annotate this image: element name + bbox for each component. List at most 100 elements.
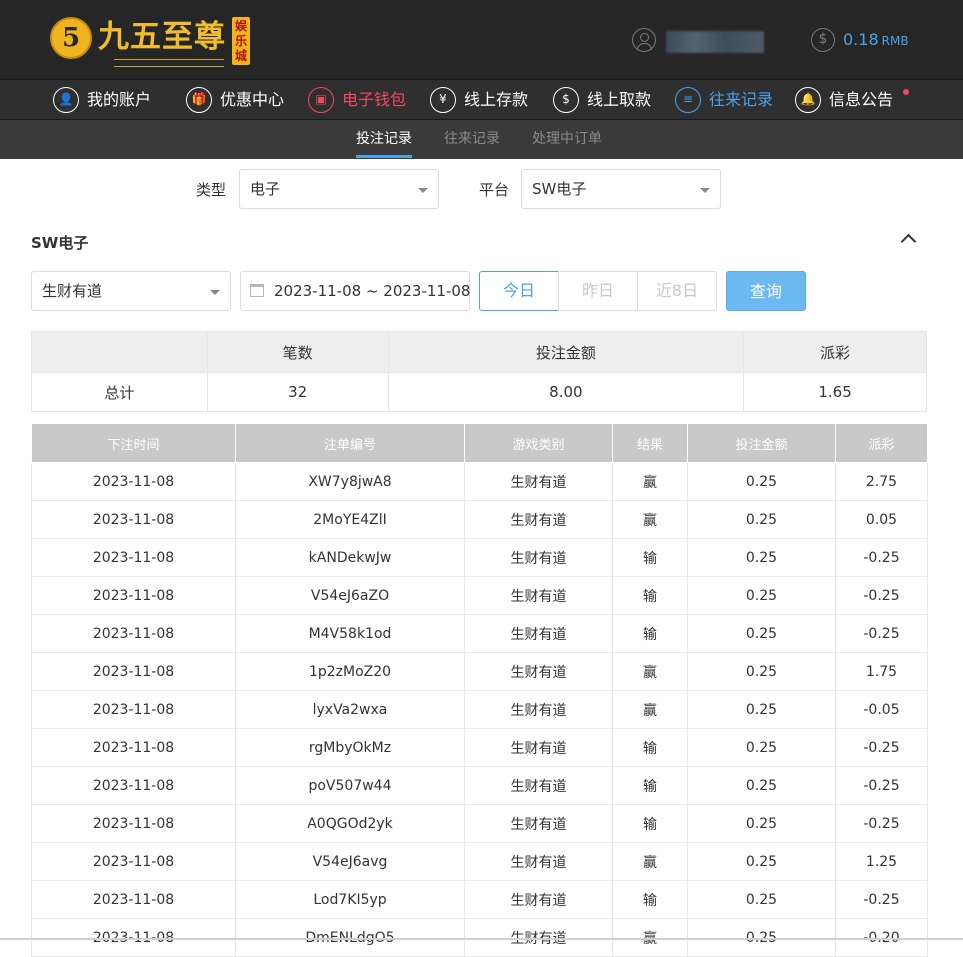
bet-amount-cell: 0.25 [687, 538, 836, 577]
bet-time-cell: 2023-11-08 [31, 652, 236, 691]
payout-cell: -0.25 [835, 880, 928, 919]
order-id-cell: V54eJ6avg [235, 842, 465, 881]
game-category-cell: 生财有道 [464, 462, 613, 501]
result-cell: 输 [612, 766, 688, 805]
tab-transaction-records[interactable]: 往来记录 [444, 120, 500, 159]
order-id-cell: lyxVa2wxa [235, 690, 465, 729]
summary-payout: 1.65 [743, 372, 927, 412]
bell-icon: 🔔 [795, 87, 821, 113]
summary-header [31, 331, 208, 373]
bet-time-cell: 2023-11-08 [31, 728, 236, 767]
logo-ornament [114, 59, 224, 67]
bet-amount-cell: 0.25 [687, 842, 836, 881]
today-button[interactable]: 今日 [479, 271, 559, 311]
column-header: 注单编号 [235, 423, 465, 463]
bet-amount-cell: 0.25 [687, 462, 836, 501]
result-cell: 赢 [612, 462, 688, 501]
summary-count: 32 [206, 372, 389, 412]
table-body: 2023-11-08 XW7y8jwA8 生财有道赢 0.25 2.75 2023-11-… [31, 462, 928, 957]
game-category-cell: 生财有道 [464, 728, 613, 767]
game-category-cell: 生财有道 [464, 500, 613, 539]
summary-header: 派彩 [743, 331, 927, 373]
game-category-cell: 生财有道 [464, 804, 613, 843]
order-id-cell: V54eJ6aZO [235, 576, 465, 615]
platform-select[interactable]: SW电子 [521, 169, 721, 209]
summary-cell: 总计 [31, 372, 208, 412]
type-label: 类型 [196, 181, 227, 199]
payout-cell: 1.75 [835, 652, 928, 691]
tab-bet-records[interactable]: 投注记录 [356, 120, 412, 159]
bet-time-cell: 2023-11-08 [31, 766, 236, 805]
chevron-down-icon [700, 188, 710, 193]
last-8-days-button[interactable]: 近8日 [637, 271, 717, 311]
wallet-icon: ▣ [308, 87, 334, 113]
bet-amount-cell: 0.25 [687, 728, 836, 767]
game-category-cell: 生财有道 [464, 766, 613, 805]
game-category-cell: 生财有道 [464, 576, 613, 615]
payout-cell: -0.25 [835, 538, 928, 577]
bet-amount-cell: 0.25 [687, 766, 836, 805]
table-row: 2023-11-08 M4V58k1od 生财有道输 0.25 -0.25 [31, 614, 928, 653]
summary-table: 笔数 投注金额 派彩 总计 32 8.00 1.65 [31, 331, 927, 412]
brand-badge: 娱乐城 [232, 17, 250, 65]
table-row: 2023-11-08 V54eJ6aZO 生财有道输 0.25 -0.25 [31, 576, 928, 615]
result-cell: 输 [612, 880, 688, 919]
game-category-cell: 生财有道 [464, 652, 613, 691]
bet-time-cell: 2023-11-08 [31, 804, 236, 843]
payout-cell: -0.25 [835, 576, 928, 615]
column-header: 投注金额 [687, 423, 836, 463]
currency-unit: RMB [881, 34, 909, 48]
bet-amount-cell: 0.25 [687, 614, 836, 653]
query-button[interactable]: 查询 [726, 271, 806, 311]
order-id-cell: Lod7KI5yp [235, 880, 465, 919]
order-id-cell: XW7y8jwA8 [235, 462, 465, 501]
calendar-icon [250, 284, 264, 297]
chevron-down-icon [210, 290, 220, 295]
order-id-cell: rgMbyOkMz [235, 728, 465, 767]
bet-time-cell: 2023-11-08 [31, 614, 236, 653]
payout-cell: -0.25 [835, 614, 928, 653]
bet-amount-cell: 0.25 [687, 880, 836, 919]
column-header: 派彩 [835, 423, 928, 463]
table-row: 2023-11-08 V54eJ6avg 生财有道赢 0.25 1.25 [31, 842, 928, 881]
column-header: 游戏类别 [464, 423, 613, 463]
summary-header-row: 笔数 投注金额 派彩 [31, 331, 927, 373]
summary-total-row: 总计 32 8.00 1.65 [31, 372, 927, 412]
table-header-row: 下注时间 注单编号 游戏类别 结果 投注金额 派彩 [31, 423, 928, 463]
payout-cell: 1.25 [835, 842, 928, 881]
username-masked [666, 31, 764, 53]
result-cell: 输 [612, 576, 688, 615]
yesterday-button[interactable]: 昨日 [558, 271, 638, 311]
table-row: 2023-11-08 poV507w44 生财有道输 0.25 -0.25 [31, 766, 928, 805]
game-category-cell: 生财有道 [464, 690, 613, 729]
bet-time-cell: 2023-11-08 [31, 842, 236, 881]
game-category-cell: 生财有道 [464, 880, 613, 919]
result-cell: 输 [612, 538, 688, 577]
summary-bet-amount: 8.00 [387, 372, 745, 412]
game-select[interactable]: 生财有道 [31, 271, 231, 311]
payout-cell: -0.25 [835, 766, 928, 805]
chevron-up-icon[interactable] [900, 232, 918, 246]
logo-emblem: 5 [50, 17, 92, 59]
date-range-picker[interactable]: 2023-11-08 ~ 2023-11-08 [240, 271, 470, 311]
bet-time-cell: 2023-11-08 [31, 690, 236, 729]
brand-logo[interactable]: 5 九五至尊 娱乐城 [50, 13, 260, 69]
type-select[interactable]: 电子 [239, 169, 439, 209]
payout-cell: -0.25 [835, 804, 928, 843]
bet-time-cell: 2023-11-08 [31, 538, 236, 577]
table-row: 2023-11-08 XW7y8jwA8 生财有道赢 0.25 2.75 [31, 462, 928, 501]
withdraw-icon: $ [553, 87, 579, 113]
result-cell: 赢 [612, 690, 688, 729]
result-cell: 赢 [612, 842, 688, 881]
order-id-cell: poV507w44 [235, 766, 465, 805]
order-id-cell: A0QGOd2yk [235, 804, 465, 843]
chevron-down-icon [418, 188, 428, 193]
table-row: 2023-11-08 A0QGOd2yk 生财有道输 0.25 -0.25 [31, 804, 928, 843]
payout-cell: -0.05 [835, 690, 928, 729]
column-header: 结果 [612, 423, 688, 463]
bet-amount-cell: 0.25 [687, 804, 836, 843]
user-icon: 👤 [53, 87, 79, 113]
table-row: 2023-11-08 rgMbyOkMz 生财有道输 0.25 -0.25 [31, 728, 928, 767]
tab-pending-orders[interactable]: 处理中订单 [532, 120, 602, 159]
table-row: 2023-11-08 1p2zMoZ20 生财有道赢 0.25 1.75 [31, 652, 928, 691]
